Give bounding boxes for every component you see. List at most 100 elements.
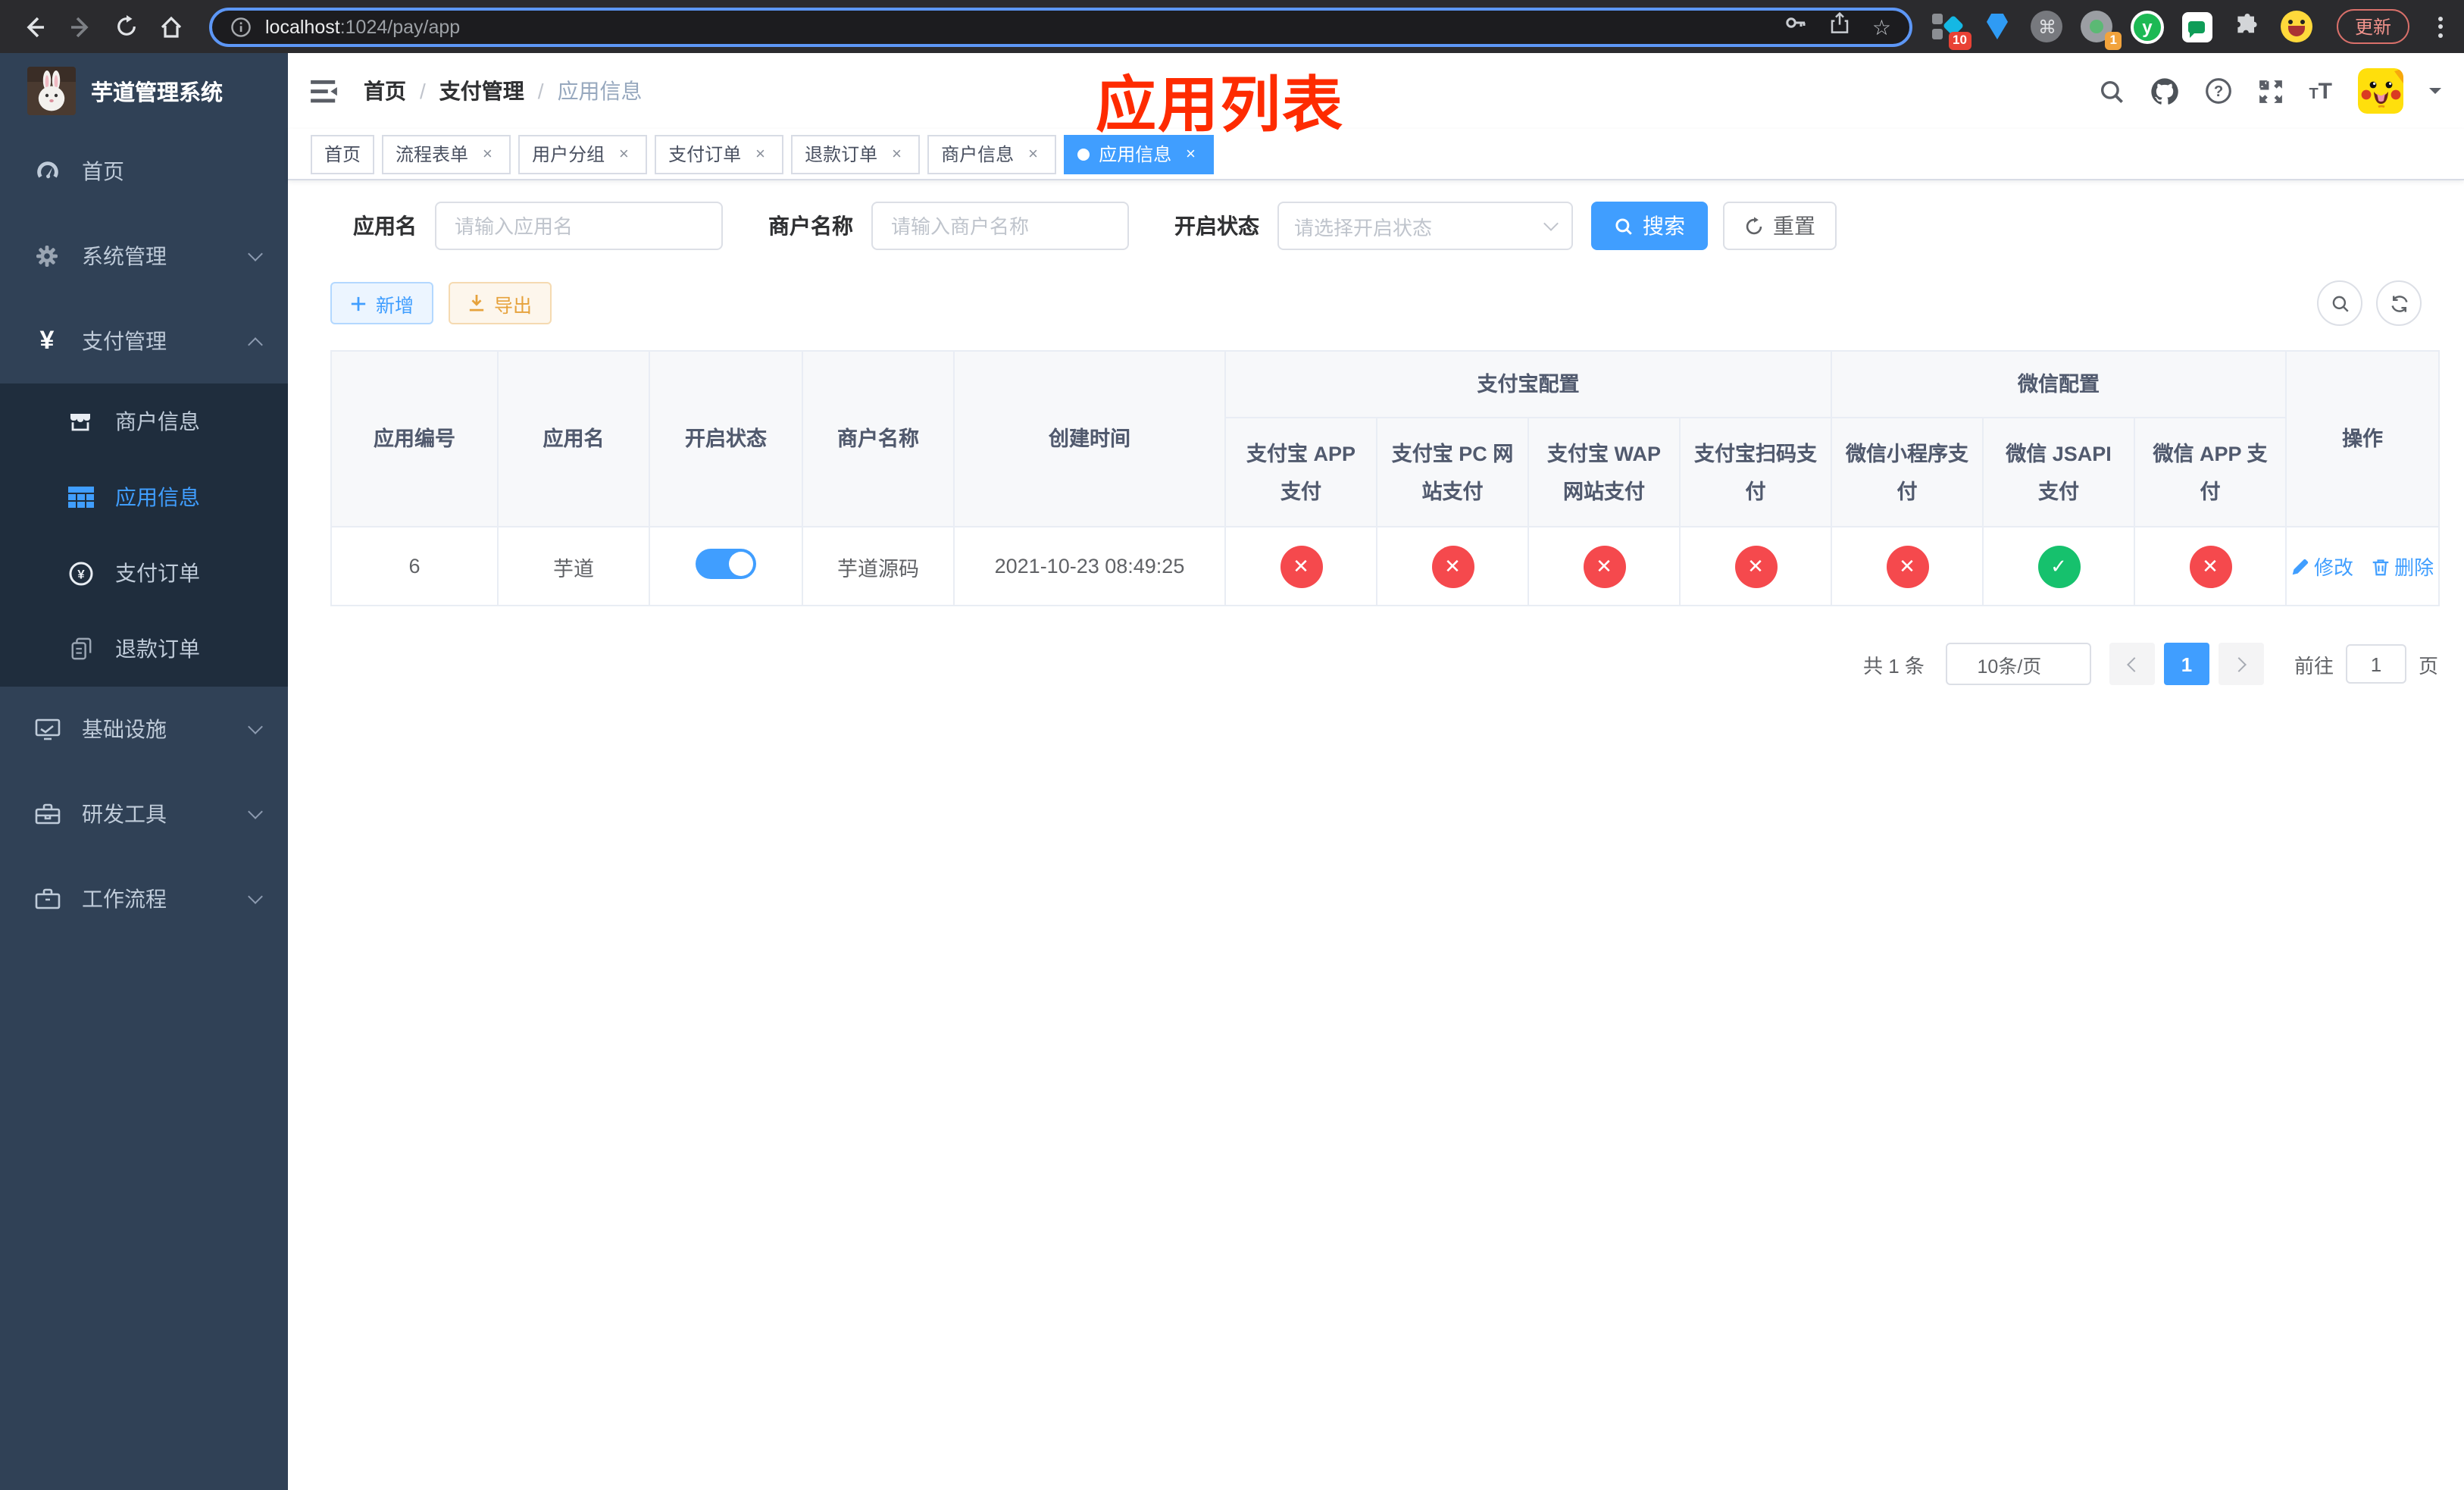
chat-extension-icon[interactable] — [2181, 10, 2214, 43]
address-bar[interactable]: localhost:1024/pay/app ☆ — [209, 7, 1912, 46]
close-icon[interactable]: × — [1180, 144, 1200, 164]
font-size-icon[interactable]: TT — [2309, 80, 2332, 102]
cell-status — [649, 526, 803, 606]
show-search-icon-button[interactable] — [2317, 280, 2362, 326]
breadcrumb-payment[interactable]: 支付管理 — [439, 76, 524, 106]
table-tools — [2317, 280, 2422, 326]
sidebar-logo[interactable]: 芋道管理系统 — [0, 53, 288, 129]
app-name-input[interactable] — [435, 202, 723, 250]
sidebar-item-refund-order[interactable]: 退款订单 — [0, 611, 288, 687]
profile-extension-icon[interactable]: 1 — [2081, 10, 2122, 49]
close-icon[interactable]: × — [1023, 144, 1043, 164]
yen-icon: ¥ — [39, 326, 55, 355]
status-select[interactable]: 请选择开启状态 — [1277, 202, 1573, 250]
tag-process-form[interactable]: 流程表单 × — [382, 134, 511, 174]
cell-wx-app — [2133, 526, 2287, 606]
export-button[interactable]: 导出 — [449, 282, 552, 324]
sidebar-item-system[interactable]: 系统管理 — [0, 214, 288, 299]
close-icon[interactable]: × — [477, 144, 497, 164]
reset-button[interactable]: 重置 — [1723, 202, 1837, 250]
browser-toolbar: localhost:1024/pay/app ☆ 10 ⌘ 1 y 更新 — [0, 0, 2464, 53]
password-key-icon[interactable] — [1784, 11, 1809, 42]
add-button[interactable]: 新增 — [330, 282, 434, 324]
app-title: 芋道管理系统 — [91, 81, 223, 105]
sidebar-item-dev-tools[interactable]: 研发工具 — [0, 772, 288, 856]
screen: localhost:1024/pay/app ☆ 10 ⌘ 1 y 更新 芋道管… — [0, 0, 2464, 1490]
page-size-select[interactable]: 10条/页 — [1945, 643, 2091, 685]
tag-home[interactable]: 首页 — [311, 134, 375, 174]
download-icon — [469, 295, 484, 311]
sidebar: 芋道管理系统 首页 系统管理 ¥ 支付管理 商户信息 应用信息 ¥ 支付订单 退… — [0, 53, 288, 1490]
sidebar-item-label: 应用信息 — [115, 485, 200, 509]
sidebar-item-workflow[interactable]: 工作流程 — [0, 856, 288, 941]
chevron-down-icon — [248, 804, 263, 819]
tag-app-info-active[interactable]: 应用信息 × — [1064, 134, 1215, 174]
close-icon[interactable]: × — [614, 144, 633, 164]
sidebar-item-app-info[interactable]: 应用信息 — [0, 459, 288, 535]
sidebar-item-pay-order[interactable]: ¥ 支付订单 — [0, 535, 288, 611]
back-icon[interactable] — [15, 7, 55, 46]
tag-merchant-info[interactable]: 商户信息 × — [927, 134, 1057, 174]
fullscreen-icon[interactable] — [2257, 78, 2283, 104]
disabled-cross-icon — [1431, 545, 1474, 587]
status-toggle[interactable] — [696, 549, 756, 579]
cmd-extension-icon[interactable]: ⌘ — [2031, 10, 2064, 43]
sidebar-item-label: 支付订单 — [115, 561, 200, 585]
breadcrumb-home[interactable]: 首页 — [364, 76, 406, 106]
sidebar-item-merchant-info[interactable]: 商户信息 — [0, 383, 288, 459]
merchant-name-input[interactable] — [871, 202, 1129, 250]
delete-link[interactable]: 删除 — [2372, 552, 2434, 581]
svg-text:¥: ¥ — [77, 566, 84, 581]
sidebar-item-home[interactable]: 首页 — [0, 129, 288, 214]
bookmark-star-icon[interactable]: ☆ — [1872, 16, 1891, 37]
header-search-icon[interactable] — [2098, 78, 2124, 104]
help-icon[interactable]: ? — [2204, 77, 2231, 105]
table-toolbar: 新增 导出 — [330, 280, 2438, 326]
sidebar-item-infrastructure[interactable]: 基础设施 — [0, 687, 288, 772]
gem-extension-icon[interactable] — [1981, 10, 2014, 43]
monitor-icon — [33, 717, 61, 741]
tag-refund-order[interactable]: 退款订单 × — [791, 134, 921, 174]
y-extension-icon[interactable]: y — [2130, 10, 2164, 43]
url-path: :1024/pay/app — [339, 16, 461, 37]
goto-page-input[interactable] — [2345, 644, 2406, 684]
cell-actions: 修改 删除 — [2285, 526, 2441, 606]
avatar-caret-icon[interactable] — [2429, 88, 2441, 100]
browser-update-button[interactable]: 更新 — [2336, 9, 2409, 44]
sidebar-item-payment[interactable]: ¥ 支付管理 — [0, 299, 288, 383]
tag-user-group[interactable]: 用户分组 × — [518, 134, 648, 174]
share-icon[interactable] — [1830, 11, 1851, 42]
edit-link[interactable]: 修改 — [2291, 552, 2353, 581]
navbar: 首页 / 支付管理 / 应用信息 ? TT — [288, 53, 2464, 129]
grid-table-icon — [67, 486, 94, 509]
home-icon[interactable] — [152, 7, 191, 46]
refresh-table-icon-button[interactable] — [2376, 280, 2422, 326]
cell-alipay-wap — [1527, 526, 1681, 606]
plus-icon — [351, 296, 366, 311]
extensions-cluster: 10 ⌘ 1 y 更新 — [1931, 9, 2449, 49]
group-alipay-config: 支付宝配置 — [1224, 350, 1832, 418]
browser-menu-icon[interactable] — [2438, 16, 2443, 37]
tag-pay-order[interactable]: 支付订单 × — [655, 134, 784, 174]
logo-rabbit-image — [27, 67, 76, 115]
github-icon[interactable] — [2150, 77, 2178, 105]
url-text[interactable]: localhost:1024/pay/app — [265, 16, 460, 37]
col-alipay-app: 支付宝 APP 支付 — [1224, 417, 1377, 527]
sidebar-menu: 首页 系统管理 ¥ 支付管理 商户信息 应用信息 ¥ 支付订单 退款订单 基础设… — [0, 129, 288, 1490]
sidebar-toggle-icon[interactable] — [311, 78, 339, 104]
reload-icon[interactable] — [106, 7, 145, 46]
close-icon[interactable]: × — [886, 144, 906, 164]
group-wechat-config: 微信配置 — [1830, 350, 2287, 418]
next-page-button[interactable] — [2218, 643, 2264, 685]
site-info-icon[interactable] — [230, 16, 252, 37]
prev-page-button[interactable] — [2109, 643, 2155, 685]
forward-icon[interactable] — [61, 7, 100, 46]
emoji-extension-icon[interactable] — [2281, 10, 2314, 43]
tag-extension-icon[interactable]: 10 — [1931, 10, 1972, 49]
user-avatar[interactable] — [2358, 68, 2403, 114]
search-button[interactable]: 搜索 — [1591, 202, 1708, 250]
close-icon[interactable]: × — [750, 144, 770, 164]
page-1-button[interactable]: 1 — [2163, 643, 2209, 685]
extensions-puzzle-icon[interactable] — [2231, 10, 2264, 43]
extension-badge: 10 — [1948, 32, 1972, 49]
